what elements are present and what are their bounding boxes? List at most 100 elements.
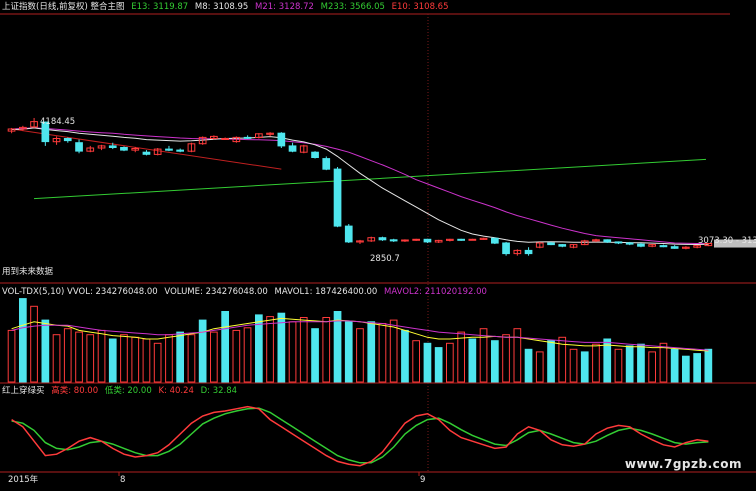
candle-body bbox=[401, 239, 409, 242]
low-level-readout: 低类: 20.00 bbox=[104, 386, 152, 396]
volume-bar bbox=[659, 342, 668, 383]
volume-bar bbox=[693, 353, 701, 383]
chart-svg bbox=[0, 13, 756, 476]
volume-bar bbox=[412, 340, 420, 383]
candle-body bbox=[625, 242, 634, 245]
m233-readout: M233: 3566.05 bbox=[320, 2, 385, 12]
candle-body bbox=[524, 249, 533, 255]
last-price-label: 3073.30 - 3133.1 bbox=[698, 236, 756, 246]
candle-body bbox=[344, 225, 353, 243]
volume-bar bbox=[232, 329, 241, 383]
volume-bar bbox=[423, 342, 432, 383]
volume-bar bbox=[210, 331, 218, 383]
candle-body bbox=[75, 142, 83, 152]
volume-bar bbox=[63, 328, 72, 383]
volume-bar bbox=[547, 340, 555, 383]
candle-body bbox=[120, 147, 128, 151]
candle-body bbox=[378, 237, 387, 241]
volume-bar bbox=[198, 319, 207, 383]
volume-bar bbox=[153, 342, 162, 383]
e13-readout: E13: 3119.87 bbox=[131, 2, 189, 12]
volume-bar bbox=[221, 311, 230, 383]
volume-bar bbox=[333, 311, 342, 383]
volume-bar bbox=[491, 340, 499, 383]
candle-body bbox=[142, 151, 151, 155]
candle-body bbox=[322, 158, 331, 170]
candle-body bbox=[468, 238, 477, 241]
volume-bar bbox=[648, 351, 656, 383]
m233-line bbox=[33, 158, 707, 200]
candle-body bbox=[502, 242, 510, 255]
candle-body bbox=[423, 238, 432, 243]
volume-bar bbox=[637, 343, 645, 383]
volume-bar bbox=[670, 348, 679, 383]
volume-bar bbox=[142, 338, 151, 383]
volume-bar bbox=[86, 334, 95, 383]
volume-bar bbox=[434, 347, 443, 383]
volume-bar bbox=[344, 321, 353, 383]
volume-bar bbox=[41, 319, 50, 383]
volume-bar bbox=[502, 334, 510, 383]
volume-bar bbox=[468, 338, 477, 383]
volume-bar bbox=[704, 348, 713, 383]
e13-line bbox=[11, 127, 709, 246]
d-line bbox=[11, 407, 709, 464]
volume-bar bbox=[30, 305, 38, 383]
candle-body bbox=[558, 244, 567, 247]
volume-bar bbox=[19, 298, 27, 383]
volume-bar bbox=[446, 342, 454, 383]
candle-body bbox=[243, 136, 252, 139]
high-price-label: 4184.45 bbox=[40, 117, 76, 127]
volume-bar bbox=[187, 334, 196, 383]
volume-bar bbox=[614, 348, 623, 383]
volume-bar bbox=[97, 329, 106, 383]
m21-line bbox=[11, 127, 709, 245]
future-data-note: 用到未来数据 bbox=[2, 267, 54, 277]
candle-body bbox=[457, 238, 465, 241]
kdj-name: 红上穿绿买 bbox=[2, 386, 45, 396]
volume-bar bbox=[389, 319, 398, 383]
watermark: www.7gpzb.com bbox=[624, 457, 742, 471]
volume-bar bbox=[535, 351, 544, 383]
volume-bar bbox=[378, 323, 387, 383]
volume-bar bbox=[592, 343, 600, 383]
e10-readout: E10: 3108.65 bbox=[391, 2, 449, 12]
candle-body bbox=[108, 145, 117, 148]
x-label-aug: 8 bbox=[120, 475, 126, 485]
volume-bar bbox=[457, 331, 465, 383]
candle-body bbox=[277, 132, 286, 147]
candle-body bbox=[63, 138, 72, 142]
volume-bar bbox=[120, 334, 128, 383]
candle-body bbox=[491, 237, 499, 244]
candle-body bbox=[165, 148, 173, 151]
volume-bar bbox=[322, 317, 331, 383]
volume-bar bbox=[580, 351, 589, 383]
volume-bar bbox=[266, 316, 274, 383]
k-line bbox=[11, 405, 709, 467]
x-label-year: 2015年 bbox=[8, 475, 39, 485]
candle-body bbox=[603, 239, 612, 243]
volume-bar bbox=[288, 321, 297, 383]
volume-bar bbox=[277, 312, 286, 383]
price-header: 上证指数(日线,前复权) 整合主图 E13: 3119.87 M8: 3108.… bbox=[2, 1, 453, 13]
volume-bar bbox=[299, 317, 308, 383]
candle-body bbox=[670, 246, 679, 249]
candle-body bbox=[221, 138, 230, 140]
chart-stage: 上证指数(日线,前复权) 整合主图 E13: 3119.87 M8: 3108.… bbox=[0, 0, 756, 487]
volume-bar bbox=[165, 334, 173, 383]
volume-bar bbox=[524, 348, 533, 383]
candle-body bbox=[333, 168, 342, 227]
candle-body bbox=[389, 239, 398, 242]
volume-bar bbox=[176, 331, 185, 383]
m8-readout: M8: 3108.95 bbox=[194, 2, 249, 12]
volume-bar bbox=[108, 338, 117, 383]
x-label-sep: 9 bbox=[420, 475, 426, 485]
mavol2-readout: MAVOL2: 211020192.00 bbox=[384, 287, 487, 297]
volume-bar bbox=[7, 329, 16, 383]
high-level-readout: 高类: 80.00 bbox=[51, 386, 99, 396]
candle-body bbox=[547, 242, 555, 246]
mavol1-readout: MAVOL1: 187426400.00 bbox=[274, 287, 378, 297]
m21-readout: M21: 3128.72 bbox=[255, 2, 314, 12]
low-price-label: 2850.7 bbox=[370, 254, 400, 264]
candle-body bbox=[614, 241, 623, 244]
